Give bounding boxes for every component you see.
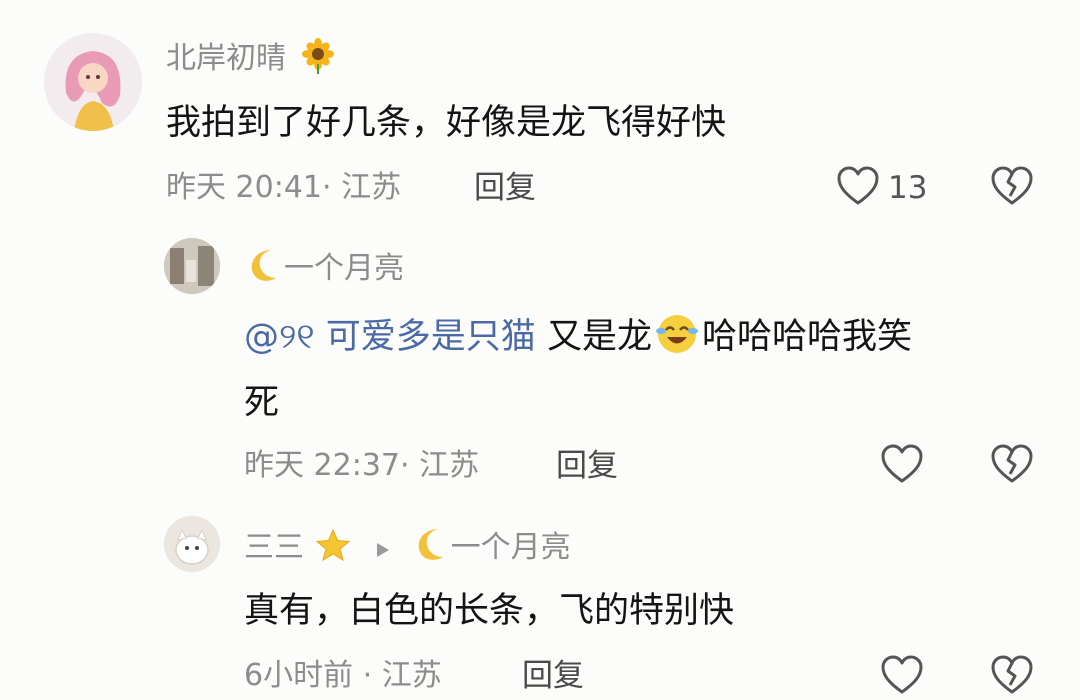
avatar[interactable] — [164, 238, 220, 294]
username[interactable]: 北岸初晴 — [166, 41, 286, 76]
reply-button[interactable]: 回复 — [522, 656, 584, 696]
username[interactable]: 三三 — [244, 530, 304, 565]
sunflower-icon — [300, 38, 336, 85]
reply-button[interactable]: 回复 — [474, 168, 536, 208]
comment-text: 真有，白色的长条，飞的特别快 — [244, 591, 735, 631]
comment-time: 昨天 20:41 — [166, 170, 322, 205]
username-row: 一个月亮 — [244, 246, 404, 295]
avatar-image — [164, 238, 220, 294]
username-row: 北岸初晴 — [166, 38, 336, 85]
crescent-moon-icon — [244, 246, 284, 295]
dislike-button[interactable] — [990, 165, 1034, 211]
avatar-image — [164, 516, 220, 572]
avatar-image — [44, 33, 142, 131]
reply-arrow-icon — [375, 530, 391, 570]
like-count: 13 — [888, 170, 928, 206]
comment-meta: 昨天 20:41· 江苏 — [166, 170, 402, 205]
avatar[interactable] — [164, 516, 220, 572]
comment-location: 江苏 — [341, 170, 402, 205]
comment-meta: 昨天 22:37· 江苏 — [244, 448, 480, 483]
comment-text-line2: 死 — [244, 383, 280, 423]
comment-location: 江苏 — [419, 448, 480, 483]
mention-link[interactable]: @୨୧ 可爱多是只猫 — [244, 317, 536, 357]
username-row: 三三 一个月亮 — [244, 525, 571, 574]
dislike-button[interactable] — [990, 443, 1034, 489]
comment-time: 昨天 22:37 — [244, 448, 400, 483]
glowing-star-icon — [314, 527, 352, 574]
reply-to-username[interactable]: 一个月亮 — [451, 530, 571, 565]
broken-heart-icon — [990, 654, 1034, 700]
comment-text: @୨୧ 可爱多是只猫 又是龙 哈哈哈哈我笑 — [244, 310, 912, 368]
like-button[interactable] — [880, 654, 924, 700]
heart-icon — [836, 165, 880, 211]
avatar[interactable] — [44, 33, 142, 131]
username[interactable]: 一个月亮 — [284, 251, 404, 286]
comment-text-part: 哈哈哈哈我笑 — [701, 317, 912, 357]
comment-text: 我拍到了好几条，好像是龙飞得好快 — [166, 103, 727, 143]
heart-icon — [880, 654, 924, 700]
reply-button[interactable]: 回复 — [556, 446, 618, 486]
comment-time: 6小时前 — [244, 658, 354, 693]
comment-text-part: 又是龙 — [546, 317, 652, 357]
dislike-button[interactable] — [990, 654, 1034, 700]
broken-heart-icon — [990, 443, 1034, 489]
comment-meta: 6小时前 · 江苏 — [244, 658, 442, 693]
like-button[interactable] — [880, 443, 924, 489]
like-button[interactable]: 13 — [836, 165, 927, 211]
crying-laughing-face-icon — [652, 310, 702, 368]
comment-location: 江苏 — [381, 658, 442, 693]
broken-heart-icon — [990, 165, 1034, 211]
crescent-moon-icon — [411, 525, 451, 574]
heart-icon — [880, 443, 924, 489]
